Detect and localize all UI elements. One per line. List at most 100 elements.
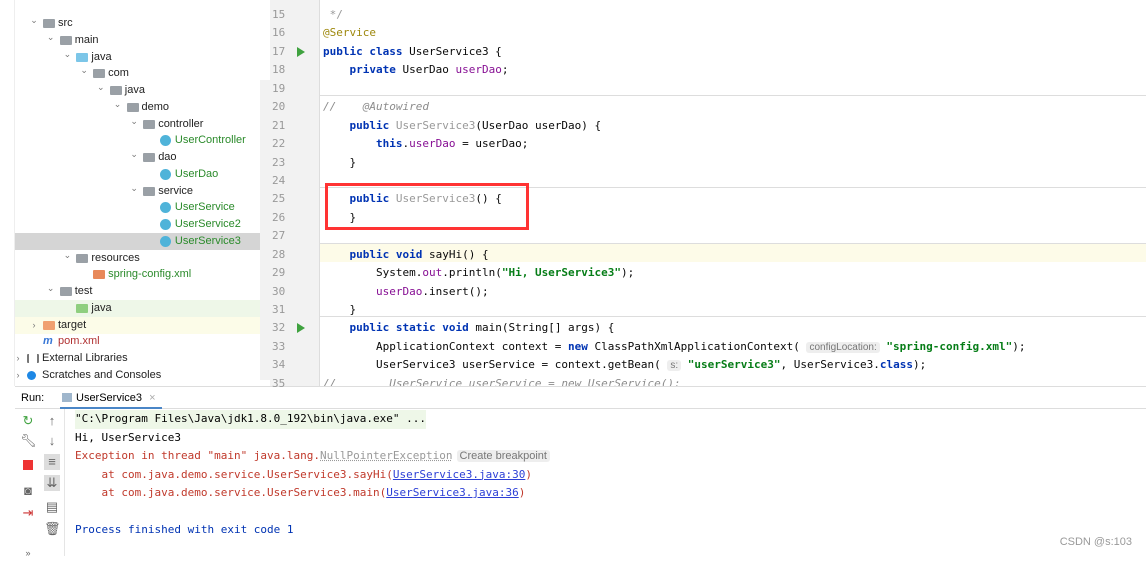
tree-item-label: resources xyxy=(91,251,140,264)
tree-item-userservice[interactable]: UserService xyxy=(15,199,270,216)
chevron-down-icon[interactable]: ⌄ xyxy=(46,280,56,297)
code-token: // UserService userService = new UserSer… xyxy=(323,376,681,386)
method-separator xyxy=(320,316,1146,317)
code-token: "spring-config.xml" xyxy=(886,339,1013,353)
chevron-down-icon[interactable]: ⌄ xyxy=(129,113,139,130)
tree-item-label: dao xyxy=(158,151,177,163)
create-breakpoint-hint[interactable]: Create breakpoint xyxy=(456,450,550,462)
code-token: () { xyxy=(475,192,502,206)
tree-item-service[interactable]: ⌄ service xyxy=(15,183,270,200)
code-token: , UserService3. xyxy=(780,358,880,372)
line-number: 26 xyxy=(272,210,286,224)
tree-item-target[interactable]: › target xyxy=(15,316,270,334)
runnable-class-icon xyxy=(159,219,171,230)
stop-icon[interactable] xyxy=(23,460,33,470)
console-text: Process finished with exit code 1 xyxy=(75,523,294,536)
class-icon xyxy=(159,168,171,180)
runnable-class-icon xyxy=(159,235,171,247)
source-folder-icon xyxy=(76,52,89,62)
tree-item-test[interactable]: ⌄ test xyxy=(15,283,270,300)
tree-item-label: External Libraries xyxy=(42,352,128,364)
chevron-down-icon[interactable]: ⌄ xyxy=(62,247,72,264)
package-icon xyxy=(143,153,156,162)
chevron-down-icon[interactable]: ⌄ xyxy=(62,46,72,63)
exit-icon[interactable]: ⇥ xyxy=(20,505,36,521)
console-line: Process finished with exit code 1 xyxy=(75,521,294,540)
tree-item-userservice2[interactable]: UserService2 xyxy=(15,216,270,233)
tree-item-dao[interactable]: ⌄ dao xyxy=(15,149,270,166)
run-gutter-icon[interactable] xyxy=(297,323,305,334)
tree-item-demo[interactable]: ⌄ demo xyxy=(15,99,270,116)
run-tab[interactable]: UserService3 × xyxy=(60,387,162,409)
trash-icon[interactable]: 🗑︎ xyxy=(44,521,61,537)
code-editor[interactable]: */ @Service public class UserService3 { pr… xyxy=(320,0,1146,386)
tree-item-java[interactable]: ⌄ java xyxy=(15,49,270,66)
code-token: userDao xyxy=(409,137,456,151)
tree-item-usercontroller[interactable]: UserController xyxy=(15,132,270,149)
stacktrace-link[interactable]: UserService3.java:36 xyxy=(386,486,518,499)
tree-item-label: com xyxy=(108,67,129,80)
chevron-down-icon[interactable]: ⌄ xyxy=(113,96,123,113)
line-number: 19 xyxy=(272,81,286,95)
tree-item-userdao[interactable]: UserDao xyxy=(15,166,270,183)
chevron-down-icon[interactable]: ⌄ xyxy=(96,79,106,96)
code-line: public class UserService3 { xyxy=(323,43,502,61)
soft-wrap-icon[interactable]: ≡ xyxy=(44,454,60,470)
tree-item-controller[interactable]: ⌄ controller xyxy=(15,116,270,133)
chevron-down-icon[interactable]: ⌄ xyxy=(129,146,139,163)
left-tool-strip xyxy=(0,0,15,386)
tree-item-com[interactable]: ⌄ com xyxy=(15,65,270,82)
print-icon[interactable]: ▤ xyxy=(44,499,60,515)
console-output[interactable]: "C:\Program Files\Java\jdk1.8.0_192\bin\… xyxy=(75,409,1146,556)
tree-item-external-libraries[interactable]: › External Libraries xyxy=(15,350,270,367)
method-separator xyxy=(320,95,1146,96)
tree-item-scratches-and-consoles[interactable]: › Scratches and Consoles xyxy=(15,367,270,384)
chevron-right-icon[interactable]: › xyxy=(29,317,39,334)
up-arrow-icon[interactable]: ↑ xyxy=(44,413,60,429)
code-token: ApplicationContext context = xyxy=(323,339,569,353)
chevron-right-icon[interactable]: › xyxy=(15,367,23,384)
console-text: "C:\Program Files\Java\jdk1.8.0_192\bin\… xyxy=(75,412,426,425)
code-token: UserDao xyxy=(402,63,456,77)
code-line: this.userDao = userDao; xyxy=(323,135,528,153)
down-arrow-icon[interactable]: ↓ xyxy=(44,433,60,449)
chevron-down-icon[interactable]: ⌄ xyxy=(79,62,89,79)
tree-item-userservice3[interactable]: UserService3 xyxy=(15,232,270,250)
line-number: 23 xyxy=(272,155,286,169)
chevron-down-icon[interactable]: ⌄ xyxy=(129,180,139,197)
wrench-icon[interactable]: 🔧︎ xyxy=(20,433,37,449)
runnable-class-icon xyxy=(159,202,171,214)
chevron-right-icon[interactable]: › xyxy=(15,350,23,367)
project-tree[interactable]: ⌄ src ⌄ main ⌄ java ⌄ com ⌄ java ⌄ demo ⌄ controller U… xyxy=(15,0,270,386)
run-gutter-icon[interactable] xyxy=(297,46,305,57)
tree-item-java[interactable]: java xyxy=(15,299,270,317)
tree-item-resources[interactable]: ⌄ resources xyxy=(15,250,270,267)
tree-item-main[interactable]: ⌄ main xyxy=(15,32,270,49)
exception-name[interactable]: NullPointerException xyxy=(320,449,452,462)
line-number: 25 xyxy=(272,192,286,206)
tree-item-pom-xml[interactable]: m pom.xml xyxy=(15,333,270,350)
tree-item-label: UserController xyxy=(174,134,246,147)
line-number: 24 xyxy=(272,173,286,187)
line-number: 32 xyxy=(272,321,286,335)
chevron-down-icon[interactable]: ⌄ xyxy=(29,12,39,29)
camera-icon[interactable]: ◙ xyxy=(20,483,36,499)
close-icon[interactable]: × xyxy=(149,392,155,404)
tree-item-java[interactable]: ⌄ java xyxy=(15,82,270,99)
code-line: // @Autowired xyxy=(323,98,429,116)
scroll-to-end-icon[interactable]: ⇊ xyxy=(44,475,60,491)
tree-item-label: pom.xml xyxy=(58,335,100,348)
code-token: "userService3" xyxy=(687,358,781,372)
chevron-down-icon[interactable]: ⌄ xyxy=(46,29,56,46)
code-token: } xyxy=(323,210,357,224)
line-number: 27 xyxy=(272,229,286,243)
more-icon[interactable]: » xyxy=(20,545,36,561)
tree-scrollbar[interactable] xyxy=(260,80,270,380)
line-number: 34 xyxy=(272,358,286,372)
rerun-icon[interactable]: ↻ xyxy=(20,413,36,429)
console-line: "C:\Program Files\Java\jdk1.8.0_192\bin\… xyxy=(75,410,426,429)
run-toolbar: ↻ ↑ 🔧︎ ↓ ≡ ⇊ ◙ ▤ ⇥ 🗑︎ » xyxy=(15,409,65,558)
stacktrace-link[interactable]: UserService3.java:30 xyxy=(393,468,525,481)
